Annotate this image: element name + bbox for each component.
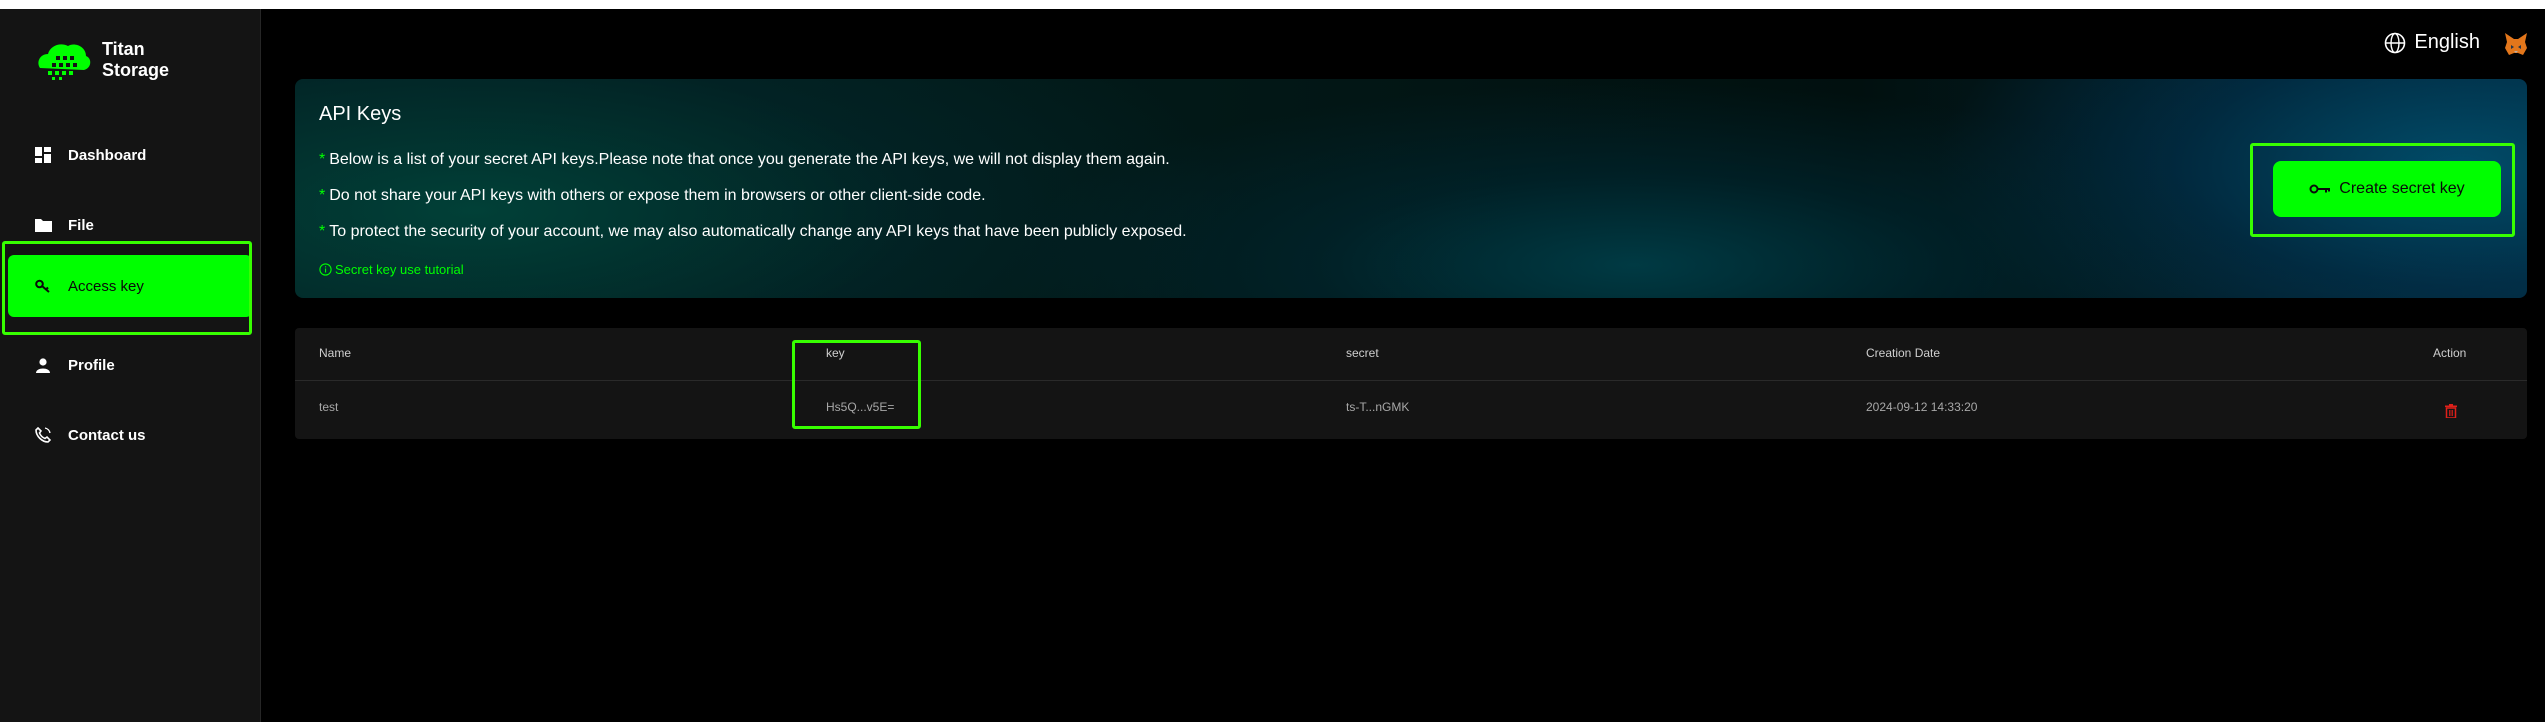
note-3: * To protect the security of your account… [319, 223, 1187, 241]
logo-line-2: Storage [102, 60, 170, 80]
logo-icon [38, 44, 91, 80]
sidebar-item-contact-us[interactable]: Contact us [8, 404, 252, 466]
api-keys-banner: API Keys * Below is a list of your secret… [295, 79, 2527, 298]
note-2: * Do not share your API keys with others … [319, 187, 986, 205]
globe-icon [2385, 32, 2406, 53]
language-label: English [2414, 31, 2480, 53]
sidebar-item-label: Dashboard [68, 146, 147, 164]
note-text: To protect the security of your account,… [329, 223, 1187, 240]
highlight-box-nav [2, 241, 252, 335]
note-text: Below is a list of your secret API keys.… [329, 151, 1170, 168]
sidebar-item-label: File [68, 216, 94, 234]
app-window: Titan Storage Dashboard File Access key [0, 9, 2545, 722]
logo-line-1: Titan [102, 39, 145, 59]
dashboard-icon [34, 146, 52, 164]
api-keys-table: Name key secret Creation Date Action tes… [295, 328, 2527, 439]
column-header-creation-date: Creation Date [1866, 346, 1941, 360]
highlight-box-key [792, 340, 921, 429]
note-1: * Below is a list of your secret API keys… [319, 151, 1170, 169]
metamask-fox-icon[interactable] [2503, 31, 2529, 57]
key-icon [2309, 184, 2331, 194]
cell-name: test [319, 400, 339, 414]
logo[interactable]: Titan Storage [34, 35, 169, 85]
info-icon [319, 263, 332, 276]
table-header: Name key secret Creation Date Action [295, 328, 2527, 381]
sidebar-item-profile[interactable]: Profile [8, 334, 252, 396]
cell-creation-date: 2024-09-12 14:33:20 [1866, 400, 1978, 414]
create-secret-key-label: Create secret key [2339, 180, 2465, 197]
trash-icon[interactable] [2445, 404, 2457, 423]
tutorial-link[interactable]: Secret key use tutorial [319, 262, 464, 277]
note-text: Do not share your API keys with others o… [329, 187, 986, 204]
column-header-secret: secret [1346, 346, 1379, 360]
column-header-name: Name [319, 346, 352, 360]
folder-icon [34, 216, 52, 234]
page-title: API Keys [319, 103, 402, 125]
note-marker: * [319, 187, 326, 204]
sidebar: Titan Storage Dashboard File Access key [0, 9, 261, 722]
logo-text: Titan Storage [102, 39, 169, 81]
language-selector[interactable]: English [2384, 31, 2480, 54]
column-header-action: Action [2433, 346, 2467, 360]
create-secret-key-button[interactable]: Create secret key [2273, 161, 2501, 217]
sidebar-item-label: Contact us [68, 426, 146, 444]
tutorial-link-label: Secret key use tutorial [335, 262, 464, 277]
sidebar-item-dashboard[interactable]: Dashboard [8, 124, 252, 186]
note-marker: * [319, 151, 326, 168]
sidebar-item-label: Profile [68, 356, 115, 374]
phone-icon [34, 426, 52, 444]
cell-secret: ts-T...nGMK [1346, 400, 1410, 414]
note-marker: * [319, 223, 326, 240]
user-icon [34, 356, 52, 374]
